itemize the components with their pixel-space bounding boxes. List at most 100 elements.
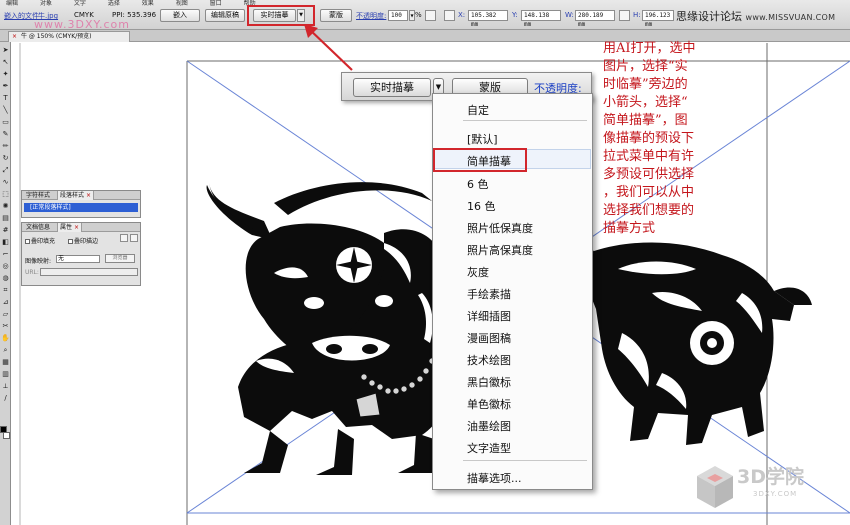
preset-type[interactable]: 文字造型 (467, 440, 511, 456)
preset-photo-low-fidelity[interactable]: 照片低保真度 (467, 220, 533, 236)
tab-character-styles[interactable]: 字符样式 (24, 191, 52, 200)
preset-photo-high-fidelity[interactable]: 照片高保真度 (467, 242, 533, 258)
line-tool-icon[interactable]: ╲ (1, 106, 10, 115)
document-tab-title: 牛 @ 150% (CMYK/预览) (20, 33, 92, 40)
preset-hand-drawn-sketch[interactable]: 手绘素描 (467, 286, 511, 302)
hand-tool-icon[interactable]: ✋ (1, 334, 10, 343)
rotate-tool-icon[interactable]: ↻ (1, 154, 10, 163)
annotation-line: 拉式菜单中有许 (603, 149, 695, 164)
fill-rule-icon[interactable] (130, 234, 138, 242)
w-input[interactable]: 280.189 mm (575, 10, 615, 28)
scale-tool-icon[interactable]: ⤢ (1, 166, 10, 175)
eyedropper-tool-icon[interactable]: ⌐ (1, 250, 10, 259)
annotation-line: 描摹方式 (603, 221, 656, 236)
stroke-swatch[interactable] (3, 432, 10, 439)
edit-original-button[interactable]: 编辑原稿 (205, 9, 245, 22)
pencil-tool-icon[interactable]: ✏ (1, 142, 10, 151)
h-input[interactable]: 196.123 mm (642, 10, 674, 28)
tools-panel: ➤ ↖ ✦ ✒ T ╲ ▭ ✎ ✏ ↻ ⤢ ∿ ⬚ ✺ ▤ # ◧ ⌐ ◎ ◍ … (0, 42, 11, 525)
paintbrush-tool-icon[interactable]: ✎ (1, 130, 10, 139)
menu-window[interactable]: 窗口 (210, 0, 222, 7)
site-watermark-en: www.MISSVUAN.COM (745, 13, 836, 22)
preset-technical-drawing[interactable]: 技术绘图 (467, 352, 511, 368)
show-center-icon[interactable] (120, 234, 128, 242)
annotation-line: 多预设可供选择 (603, 167, 695, 182)
tracing-options-item[interactable]: 描摹选项... (467, 470, 522, 486)
blend-tool-icon[interactable]: ◎ (1, 262, 10, 271)
preset-6-colors[interactable]: 6 色 (467, 176, 489, 192)
embed-button[interactable]: 嵌入 (160, 9, 200, 22)
scissors-tool-icon[interactable]: ✂ (1, 322, 10, 331)
opacity-link[interactable]: 不透明度: (356, 11, 386, 21)
mesh-tool-icon[interactable]: # (1, 226, 10, 235)
gradient-tool-icon[interactable]: ◧ (1, 238, 10, 247)
menu-view[interactable]: 视图 (176, 0, 188, 7)
slice-tool-icon[interactable]: ⊿ (1, 298, 10, 307)
preset-inked-drawing[interactable]: 油墨绘图 (467, 418, 511, 434)
constrain-proportions-icon[interactable] (619, 10, 630, 21)
live-paint-tool-icon[interactable]: ◍ (1, 274, 10, 283)
watermark-3dxy: www.3DXY.com (34, 18, 130, 31)
reference-point-icon[interactable] (425, 10, 436, 21)
document-tab[interactable]: × 牛 @ 150% (CMYK/预览) (8, 31, 130, 42)
y-input[interactable]: 148.138 mm (521, 10, 561, 28)
direct-selection-tool-icon[interactable]: ↖ (1, 58, 10, 67)
opacity-input[interactable]: 100 (388, 10, 408, 21)
preset-16-colors[interactable]: 16 色 (467, 198, 496, 214)
menu-effect[interactable]: 效果 (142, 0, 154, 7)
magic-wand-tool-icon[interactable]: ✦ (1, 70, 10, 79)
menu-type[interactable]: 文字 (74, 0, 86, 7)
w-label: W: (565, 11, 574, 19)
url-input[interactable] (40, 268, 138, 276)
zoom-tool-icon[interactable]: ⌕ (1, 346, 10, 355)
menu-edit[interactable]: 编辑 (6, 0, 18, 7)
checkbox-box[interactable] (68, 239, 73, 244)
tab-document-info[interactable]: 文档信息 (24, 223, 52, 232)
tutorial-annotation: 用AI打开，选中 图片，选择“实 时临摹”旁边的 小箭头，选择“ 简单描摹”，图… (603, 40, 723, 238)
tab-paragraph-styles[interactable]: 段落样式 × (57, 191, 95, 200)
selection-tool-icon[interactable]: ➤ (1, 46, 10, 55)
url-label: URL: (25, 269, 39, 276)
preset-default[interactable]: [默认] (467, 131, 498, 147)
print-tiling-tool-icon[interactable]: ▦ (1, 358, 10, 367)
overprint-fill-checkbox[interactable]: 叠印填充 (25, 236, 55, 245)
close-icon[interactable]: × (12, 33, 17, 40)
menu-object[interactable]: 对象 (40, 0, 52, 7)
menu-select[interactable]: 选择 (108, 0, 120, 7)
measure-tool-icon[interactable]: ⟂ (1, 382, 10, 391)
free-transform-tool-icon[interactable]: ⬚ (1, 190, 10, 199)
image-map-select[interactable]: 无 (56, 255, 100, 263)
attributes-panel-tabs: 文档信息 属性 × (22, 223, 140, 232)
annotation-line: 小箭头，选择“ (603, 95, 688, 110)
preset-black-white-logo[interactable]: 黑白徽标 (467, 374, 511, 390)
close-icon[interactable]: × (86, 192, 91, 199)
preset-comic-art[interactable]: 漫画图稿 (467, 330, 511, 346)
checkbox-box[interactable] (25, 239, 30, 244)
pen-tool-icon[interactable]: ✒ (1, 82, 10, 91)
annotation-line: ，我们可以从中 (603, 185, 695, 200)
browser-button[interactable]: 浏览器 (105, 254, 135, 263)
rectangle-tool-icon[interactable]: ▭ (1, 118, 10, 127)
column-graph-tool-icon[interactable]: ▥ (1, 370, 10, 379)
close-icon[interactable]: × (74, 224, 79, 231)
preset-one-color-logo[interactable]: 单色徽标 (467, 396, 511, 412)
overprint-stroke-checkbox[interactable]: 叠印描边 (68, 236, 98, 245)
preset-detailed-illustration[interactable]: 详细插图 (467, 308, 511, 324)
transform-grid-icon[interactable] (444, 10, 455, 21)
annotation-line: 时临摹”旁边的 (603, 77, 688, 92)
symbol-sprayer-tool-icon[interactable]: ✺ (1, 202, 10, 211)
type-tool-icon[interactable]: T (1, 94, 10, 103)
preset-grayscale[interactable]: 灰度 (467, 264, 489, 280)
tab-attributes[interactable]: 属性 × (57, 223, 83, 232)
tab-paragraph-styles-label: 段落样式 (60, 192, 85, 199)
crop-tool-icon[interactable]: ⌗ (1, 286, 10, 295)
y-label: Y: (512, 11, 518, 19)
warp-tool-icon[interactable]: ∿ (1, 178, 10, 187)
x-input[interactable]: 105.382 mm (468, 10, 508, 28)
eraser-tool-icon[interactable]: ▱ (1, 310, 10, 319)
preset-custom[interactable]: 自定 (467, 102, 489, 118)
zoomed-live-trace-button[interactable]: 实时描摹 (353, 78, 431, 97)
knife-tool-icon[interactable]: / (1, 394, 10, 403)
style-list-selected-item[interactable]: [正常段落样式] (24, 203, 138, 212)
graph-tool-icon[interactable]: ▤ (1, 214, 10, 223)
